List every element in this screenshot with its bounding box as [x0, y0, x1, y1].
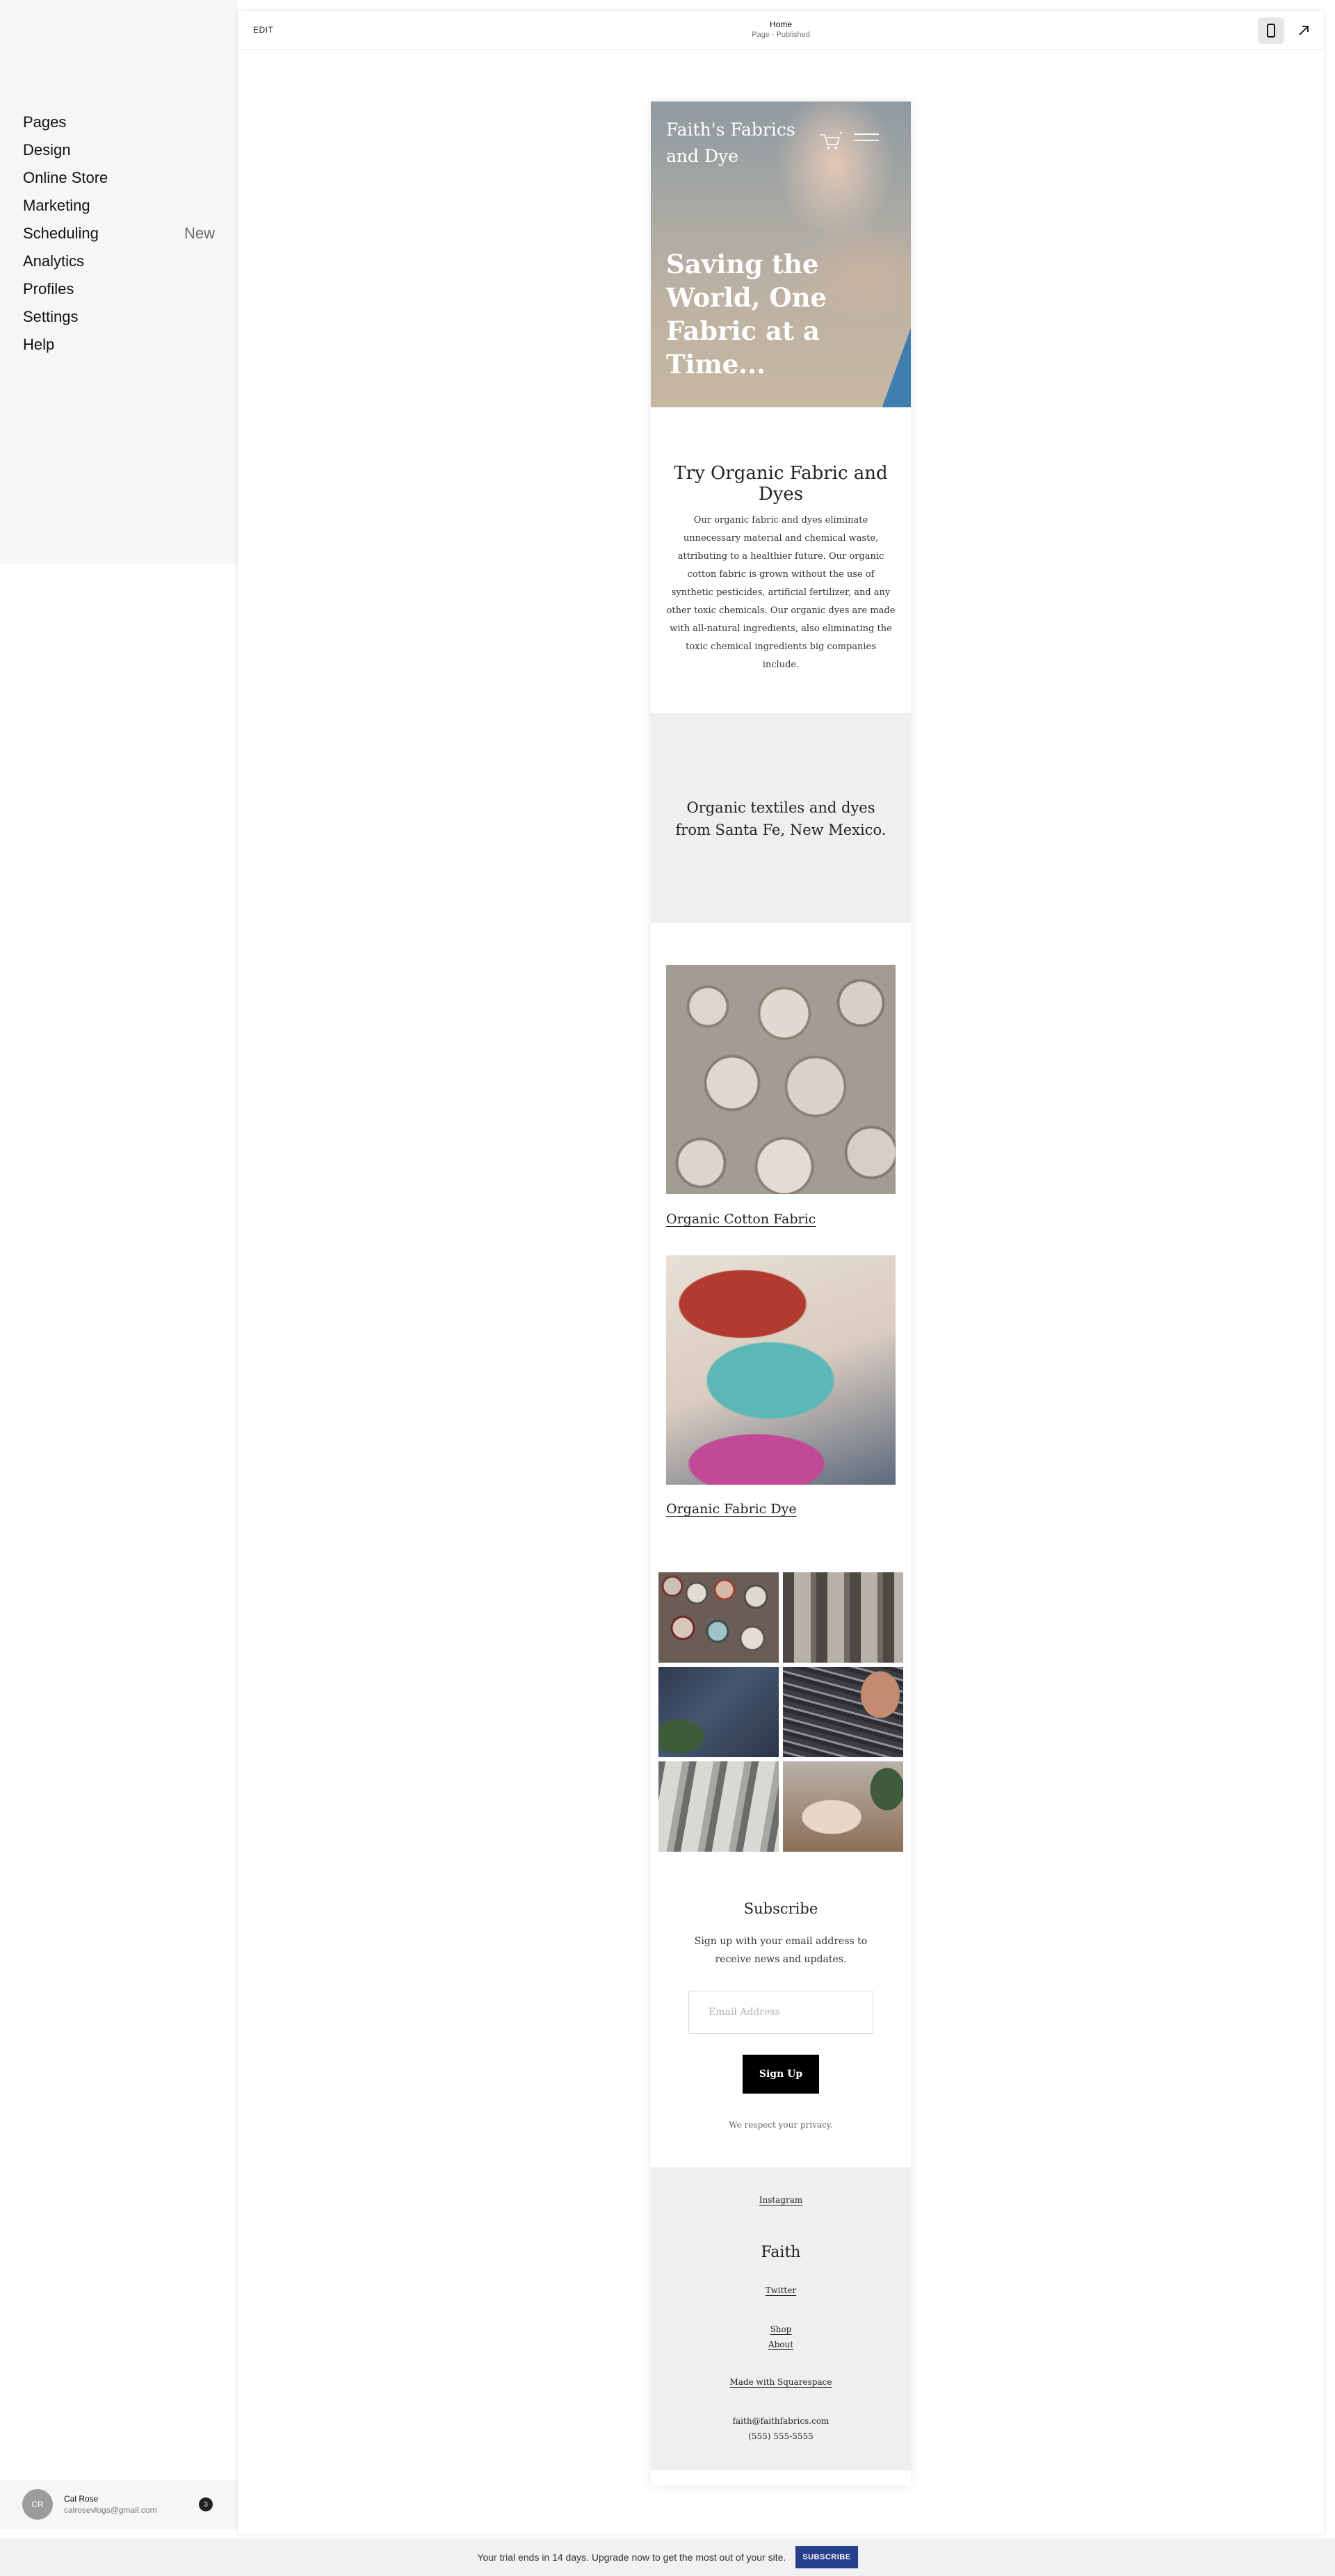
notification-count-badge[interactable]: 3: [199, 2497, 213, 2511]
sidebar-item-analytics[interactable]: Analytics: [23, 247, 215, 275]
trial-message: Your trial ends in 14 days. Upgrade now …: [477, 2552, 786, 2563]
hero-section: Faith's Fabrics and Dye Saving the World…: [651, 101, 911, 407]
location-band: Organic textiles and dyes from Santa Fe,…: [651, 713, 911, 923]
sidebar-item-settings[interactable]: Settings: [23, 303, 215, 331]
subscribe-title: Subscribe: [743, 1900, 818, 1917]
footer-email: faith@faithfabrics.com: [732, 2416, 830, 2426]
sidebar-item-label: Marketing: [23, 197, 90, 214]
intro-body: Our organic fabric and dyes eliminate un…: [666, 515, 896, 670]
sign-up-button[interactable]: Sign Up: [743, 2055, 819, 2094]
trial-banner: Your trial ends in 14 days. Upgrade now …: [0, 2538, 1335, 2576]
footer-link-label: Made with Squarespace: [729, 2377, 832, 2387]
site-footer: Instagram Faith Twitter Shop About Made …: [651, 2167, 911, 2470]
site-brand[interactable]: Faith's Fabrics and Dye: [666, 117, 819, 170]
footer-brand: Faith: [761, 2244, 801, 2261]
email-field[interactable]: [688, 1991, 873, 2034]
sidebar-item-label: Pages: [23, 113, 67, 131]
image-gallery: [658, 1572, 903, 1852]
footer-link-about[interactable]: About: [651, 2340, 911, 2349]
sidebar-item-label: Help: [23, 336, 55, 353]
mobile-phone-icon: [1267, 24, 1275, 38]
arrow-up-right-icon: [1299, 26, 1309, 35]
sidebar-item-help[interactable]: Help: [23, 331, 215, 359]
user-email: calrosevlogs@gmail.com: [64, 2505, 157, 2515]
sidebar-nav: Pages Design Online Store Marketing Sche…: [23, 108, 215, 359]
mobile-site-preview: Faith's Fabrics and Dye Saving the World…: [651, 101, 911, 2486]
page-title: Home: [769, 19, 792, 29]
subscribe-button[interactable]: SUBSCRIBE: [795, 2546, 858, 2568]
sidebar-item-label: Online Store: [23, 169, 108, 186]
fabric-dye-image[interactable]: [666, 1255, 896, 1485]
sidebar-item-label: Scheduling: [23, 225, 99, 242]
new-badge: New: [184, 225, 215, 242]
hero-headline: Saving the World, One Fabric at a Time..…: [666, 249, 827, 380]
privacy-note: We respect your privacy.: [729, 2120, 833, 2130]
gallery-image[interactable]: [783, 1667, 903, 1757]
gallery-image[interactable]: [658, 1761, 779, 1852]
sidebar-item-label: Design: [23, 141, 71, 158]
hamburger-menu-icon[interactable]: [854, 133, 879, 146]
sidebar-item-label: Settings: [23, 308, 79, 325]
avatar[interactable]: CR: [22, 2489, 53, 2520]
location-text: Organic textiles and dyes from Santa Fe,…: [675, 799, 887, 838]
gallery-image[interactable]: [783, 1572, 903, 1663]
product-link-fabric-dye[interactable]: Organic Fabric Dye: [666, 1501, 797, 1517]
page-info: Home Page · Published: [238, 19, 1324, 39]
footer-phone: (555) 555-5555: [748, 2431, 814, 2441]
page-status: Page · Published: [752, 31, 810, 39]
open-site-button[interactable]: [1293, 19, 1315, 42]
footer-link-label: Shop: [770, 2324, 792, 2334]
sidebar-item-online-store[interactable]: Online Store: [23, 164, 215, 192]
footer-link-shop[interactable]: Shop: [651, 2324, 911, 2334]
footer-link-label: Instagram: [759, 2195, 803, 2205]
cotton-fabric-image[interactable]: [666, 965, 896, 1194]
subscribe-description: Sign up with your email address to recei…: [694, 1936, 868, 1965]
footer-link-twitter[interactable]: Twitter: [651, 2285, 911, 2295]
product-link-cotton-fabric[interactable]: Organic Cotton Fabric: [666, 1212, 816, 1227]
account-bar[interactable]: CR Cal Rose calrosevlogs@gmail.com 3: [0, 2480, 238, 2529]
sidebar-item-design[interactable]: Design: [23, 136, 215, 164]
sidebar-item-pages[interactable]: Pages: [23, 108, 215, 136]
footer-link-made-with[interactable]: Made with Squarespace: [651, 2377, 911, 2387]
sidebar-item-profiles[interactable]: Profiles: [23, 275, 215, 303]
preview-toolbar: EDIT Home Page · Published: [238, 11, 1324, 50]
gallery-image[interactable]: [658, 1572, 779, 1663]
sidebar-item-marketing[interactable]: Marketing: [23, 192, 215, 220]
sidebar-item-label: Profiles: [23, 280, 74, 297]
gallery-image[interactable]: [658, 1667, 779, 1757]
user-info: Cal Rose calrosevlogs@gmail.com: [64, 2494, 157, 2515]
sidebar-item-scheduling[interactable]: Scheduling New: [23, 220, 215, 247]
user-name: Cal Rose: [64, 2494, 99, 2504]
gallery-image[interactable]: [783, 1761, 903, 1852]
cart-icon[interactable]: [819, 131, 843, 152]
mobile-view-button[interactable]: [1258, 17, 1284, 44]
footer-link-instagram[interactable]: Instagram: [651, 2195, 911, 2205]
sidebar-item-label: Analytics: [23, 252, 85, 270]
footer-link-label: Twitter: [765, 2285, 797, 2295]
footer-link-label: About: [768, 2340, 794, 2349]
intro-title: Try Organic Fabric and Dyes: [674, 463, 888, 505]
